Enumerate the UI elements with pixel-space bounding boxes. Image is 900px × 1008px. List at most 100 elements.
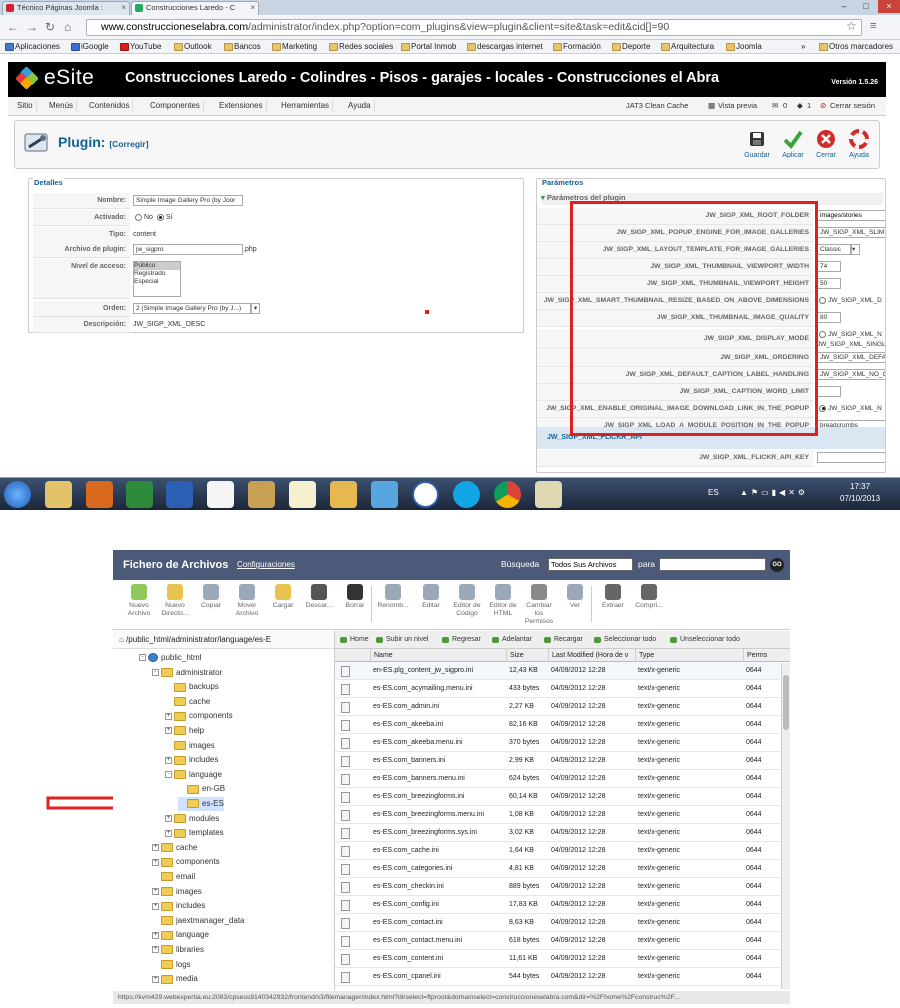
access-option[interactable]: Registrado bbox=[134, 270, 180, 278]
close-tab-icon[interactable]: × bbox=[121, 2, 126, 14]
up-level-button[interactable]: Subir un nivel bbox=[376, 631, 428, 649]
menu-extensiones[interactable]: Extensiones bbox=[216, 100, 267, 112]
param-input[interactable]: JW_SIGP_XML_SLIM bbox=[817, 226, 885, 238]
access-listbox[interactable]: Público Registrado Especial bbox=[133, 261, 181, 297]
chrome-icon[interactable] bbox=[494, 481, 521, 508]
file-row[interactable]: es-ES.com_akeeba.menu.ini 370 bytes 04/09/… bbox=[335, 734, 780, 752]
move-button[interactable]: Mover Archivo bbox=[229, 584, 265, 618]
collapse-icon[interactable]: - bbox=[152, 668, 159, 676]
bookmark-item[interactable]: descargas internet bbox=[467, 40, 543, 53]
play-icon[interactable] bbox=[412, 481, 439, 508]
browser-tab-2[interactable]: Construcciones Laredo - C × bbox=[131, 1, 259, 15]
download-button[interactable]: Descar... bbox=[301, 584, 337, 610]
expand-icon[interactable]: + bbox=[152, 858, 159, 866]
close-tab-icon[interactable]: × bbox=[250, 2, 255, 14]
file-row[interactable]: es-ES.com_breezingforms.menu.ini 1,08 KB 0… bbox=[335, 806, 780, 824]
file-row[interactable]: es-ES.com_admin.ini 2,27 KB 04/09/2012 12:… bbox=[335, 698, 780, 716]
menu-componentes[interactable]: Componentes bbox=[147, 100, 204, 112]
menu-ayuda[interactable]: Ayuda bbox=[345, 100, 375, 112]
file-row[interactable]: es-ES.com_categories.ini 4,81 KB 04/09/201… bbox=[335, 860, 780, 878]
file-input[interactable]: jw_sigpro bbox=[133, 243, 243, 255]
expand-icon[interactable]: + bbox=[152, 844, 159, 852]
bookmark-item[interactable]: YouTube bbox=[120, 40, 161, 53]
star-icon[interactable]: ☆ bbox=[846, 19, 857, 33]
scrollbar-thumb[interactable] bbox=[783, 675, 789, 730]
home-icon[interactable]: ⌂ bbox=[64, 20, 71, 34]
tree-folder[interactable]: images bbox=[165, 739, 215, 753]
other-bookmarks[interactable]: Otros marcadores bbox=[819, 40, 893, 53]
expand-icon[interactable]: + bbox=[152, 902, 159, 910]
language-indicator[interactable]: ES bbox=[708, 488, 719, 497]
dropdown-arrow-icon[interactable]: ▾ bbox=[251, 302, 260, 314]
expand-icon[interactable]: + bbox=[152, 946, 159, 954]
document-icon[interactable] bbox=[207, 481, 234, 508]
preview-link[interactable]: Vista previa bbox=[718, 101, 757, 111]
tree-folder[interactable]: - public_html bbox=[139, 651, 201, 665]
dropdown-arrow-icon[interactable]: ▾ bbox=[851, 243, 860, 255]
col-type[interactable]: Type bbox=[635, 649, 654, 662]
back-icon[interactable]: ← bbox=[7, 20, 19, 34]
excel-icon[interactable] bbox=[126, 481, 153, 508]
tree-folder[interactable]: jaextmanager_data bbox=[152, 914, 245, 928]
explorer-icon[interactable] bbox=[45, 481, 72, 508]
access-option[interactable]: Público bbox=[134, 262, 180, 270]
tree-folder[interactable]: - language bbox=[165, 768, 222, 782]
help-button[interactable]: Ayuda bbox=[842, 129, 876, 159]
file-row[interactable]: es-ES.com_contact.menu.ini 618 bytes 04/09… bbox=[335, 932, 780, 950]
menu-menus[interactable]: Menús bbox=[46, 100, 78, 112]
tree-folder[interactable]: + includes bbox=[165, 753, 218, 767]
users-count[interactable]: 1 bbox=[807, 101, 811, 111]
param-input[interactable] bbox=[817, 385, 841, 397]
edit-button[interactable]: Editar bbox=[413, 584, 449, 610]
enabled-yes-radio[interactable] bbox=[156, 213, 164, 221]
order-select[interactable]: 2 (Simple Image Gallery Pro (by J...) bbox=[133, 302, 251, 314]
tree-folder[interactable]: + includes bbox=[152, 899, 205, 913]
access-option[interactable]: Especial bbox=[134, 278, 180, 286]
reload-button[interactable]: Recargar bbox=[544, 631, 583, 649]
tree-folder[interactable]: + templates bbox=[165, 826, 224, 840]
expand-icon[interactable]: + bbox=[165, 756, 172, 764]
bookmark-item[interactable]: iGoogle bbox=[71, 40, 109, 53]
tree-folder[interactable]: + libraries bbox=[152, 943, 204, 957]
tree-folder[interactable]: + images bbox=[152, 885, 202, 899]
param-input[interactable]: 74 bbox=[817, 260, 841, 272]
param-radio[interactable] bbox=[819, 296, 826, 304]
folder-icon[interactable] bbox=[248, 481, 275, 508]
copy-button[interactable]: Copiar bbox=[193, 584, 229, 610]
window-icon[interactable] bbox=[535, 481, 562, 508]
expand-icon[interactable]: + bbox=[165, 727, 172, 735]
compress-button[interactable]: Compri... bbox=[631, 584, 667, 610]
tree-folder[interactable]: en-GB bbox=[178, 782, 225, 796]
clean-cache-link[interactable]: JAT3 Clean Cache bbox=[626, 101, 688, 111]
collapse-icon[interactable]: - bbox=[139, 654, 146, 662]
col-perms[interactable]: Perms bbox=[743, 649, 767, 662]
expand-icon[interactable]: + bbox=[165, 712, 172, 720]
menu-herramientas[interactable]: Herramientas bbox=[278, 100, 334, 112]
permissions-button[interactable]: Cambiar los Permisos bbox=[521, 584, 557, 626]
bookmark-item[interactable]: Aplicaciones bbox=[5, 40, 60, 53]
unselect-all-button[interactable]: Unseleccionar todo bbox=[670, 631, 740, 649]
media-player-icon[interactable] bbox=[86, 481, 113, 508]
flickr-key-input[interactable] bbox=[817, 451, 885, 463]
delete-button[interactable]: Borrar bbox=[337, 584, 373, 610]
tree-folder[interactable]: + components bbox=[165, 709, 233, 723]
col-modified[interactable]: Last Modified (Hora de v bbox=[548, 649, 628, 662]
param-input[interactable]: 50 bbox=[817, 277, 841, 289]
search-scope-select[interactable]: Todos Sus Archivos bbox=[548, 558, 633, 571]
expand-icon[interactable]: + bbox=[165, 829, 172, 837]
word-icon[interactable] bbox=[166, 481, 193, 508]
rename-button[interactable]: Renomb... bbox=[375, 584, 411, 610]
file-row[interactable]: es-ES.com_acymailing.menu.ini 433 bytes 04… bbox=[335, 680, 780, 698]
param-radio[interactable] bbox=[819, 330, 826, 338]
browser-tab-1[interactable]: Técnico Páginas Joomla : × bbox=[2, 1, 130, 15]
minimize-icon[interactable]: – bbox=[834, 0, 854, 13]
tree-folder[interactable]: + modules bbox=[165, 812, 219, 826]
col-size[interactable]: Size bbox=[506, 649, 524, 662]
param-input[interactable]: images/stories bbox=[817, 209, 885, 221]
bookmark-item[interactable]: Redes sociales bbox=[329, 40, 393, 53]
collapse-icon[interactable]: - bbox=[165, 771, 172, 779]
home-button[interactable]: Home bbox=[340, 631, 369, 649]
file-row[interactable]: es-ES.com_contact.ini 8,63 KB 04/09/2012 1… bbox=[335, 914, 780, 932]
bookmark-item[interactable]: Bancos bbox=[224, 40, 261, 53]
expand-icon[interactable]: + bbox=[152, 975, 159, 983]
